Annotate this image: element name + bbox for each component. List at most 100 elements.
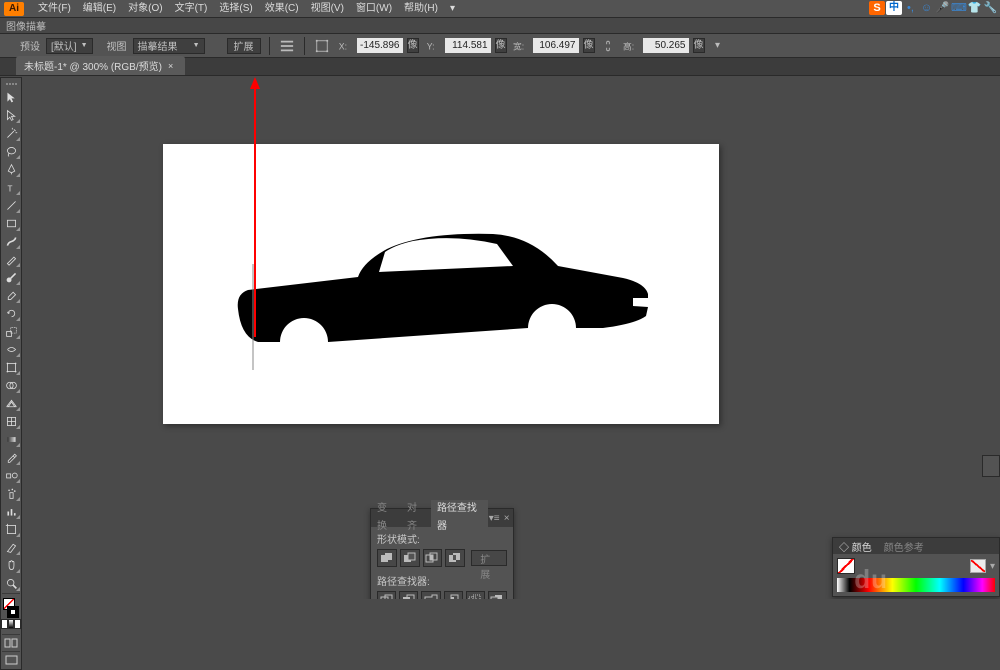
ime-keyboard-icon[interactable]: ⌨ (951, 1, 966, 15)
color-mode-color[interactable] (1, 619, 8, 629)
divider (304, 37, 305, 55)
eyedropper-tool[interactable] (1, 448, 21, 466)
pf-expand-button[interactable]: 扩展 (471, 550, 507, 566)
rotate-tool[interactable] (1, 304, 21, 322)
ime-punct-icon[interactable]: •, (903, 1, 918, 15)
color-mode-none[interactable] (14, 619, 21, 629)
minus-front-button[interactable] (400, 549, 420, 567)
ime-toolbar: S 中 •, ☺ 🎤 ⌨ 👕 🔧 (869, 0, 998, 16)
magic-wand-tool[interactable] (1, 124, 21, 142)
paintbrush-tool[interactable] (1, 232, 21, 250)
slice-tool[interactable] (1, 538, 21, 556)
document-tab[interactable]: 未标题-1* @ 300% (RGB/预览) × (16, 56, 185, 75)
merge-button[interactable] (421, 591, 440, 599)
y-value[interactable]: 114.581 (445, 38, 491, 53)
pencil-tool[interactable] (1, 250, 21, 268)
intersect-button[interactable] (423, 549, 443, 567)
menu-view[interactable]: 视图(V) (305, 0, 350, 18)
color-panel-swatch[interactable] (837, 558, 855, 574)
mesh-tool[interactable] (1, 412, 21, 430)
ime-emoji-icon[interactable]: ☺ (919, 1, 934, 15)
rectangle-tool[interactable] (1, 214, 21, 232)
minus-back-button[interactable] (488, 591, 507, 599)
color-mode-gradient[interactable] (8, 619, 15, 629)
options-menu-icon[interactable]: ▾ (709, 38, 727, 54)
right-panel-stub[interactable] (982, 455, 1000, 477)
panel-close-icon[interactable]: × (500, 513, 513, 524)
tab-color[interactable]: ◇ 颜色 (833, 539, 878, 554)
view-dropdown[interactable]: 描摹结果▼ (133, 38, 205, 54)
x-unit-icon[interactable]: 像 (407, 38, 419, 53)
trim-button[interactable] (399, 591, 418, 599)
pathfinder-panel: 变换 对齐 路径查找器 ▾≡ × 形状模式: 扩展 路径查找器: (370, 508, 514, 599)
x-value[interactable]: -145.896 (357, 38, 403, 53)
menu-edit[interactable]: 编辑(E) (77, 0, 122, 18)
ime-mic-icon[interactable]: 🎤 (935, 1, 950, 15)
menu-type[interactable]: 文字(T) (169, 0, 214, 18)
color-panel: ◇ 颜色 颜色参考 ▾ (832, 537, 1000, 597)
screen-mode-icon[interactable] (2, 653, 20, 667)
draw-mode-icon[interactable] (2, 636, 20, 650)
type-tool[interactable]: T (1, 178, 21, 196)
free-transform-tool[interactable] (1, 358, 21, 376)
crop-button[interactable] (444, 591, 463, 599)
blob-brush-tool[interactable] (1, 268, 21, 286)
transform-icon[interactable] (313, 38, 331, 54)
none-swatch-icon[interactable] (970, 559, 986, 573)
panel-menu-icon[interactable]: ▾≡ (488, 513, 501, 524)
trace-options-icon[interactable] (278, 38, 296, 54)
ime-toolbox-icon[interactable]: 🔧 (983, 1, 998, 15)
eraser-tool[interactable] (1, 286, 21, 304)
column-graph-tool[interactable] (1, 502, 21, 520)
tool-panel: T (0, 77, 22, 670)
divide-button[interactable] (377, 591, 396, 599)
pen-tool[interactable] (1, 160, 21, 178)
menu-overflow-icon[interactable]: ▾ (450, 3, 455, 14)
fill-stroke-swatch[interactable] (1, 597, 21, 619)
menu-effect[interactable]: 效果(C) (259, 0, 305, 18)
menu-file[interactable]: 文件(F) (32, 0, 77, 18)
h-unit-icon[interactable]: 像 (693, 38, 705, 53)
w-value[interactable]: 106.497 (533, 38, 579, 53)
blend-tool[interactable] (1, 466, 21, 484)
svg-text:X:: X: (338, 41, 346, 51)
w-unit-icon[interactable]: 像 (583, 38, 595, 53)
outline-button[interactable] (466, 591, 485, 599)
width-tool[interactable] (1, 340, 21, 358)
ime-skin-icon[interactable]: 👕 (967, 1, 982, 15)
zoom-tool[interactable] (1, 574, 21, 592)
y-unit-icon[interactable]: 像 (495, 38, 507, 53)
menu-help[interactable]: 帮助(H) (398, 0, 444, 18)
menu-window[interactable]: 窗口(W) (350, 0, 398, 18)
tab-color-guide[interactable]: 颜色参考 (878, 539, 930, 554)
svg-text:Y:: Y: (426, 41, 434, 51)
preset-dropdown[interactable]: [默认]▼ (46, 38, 93, 54)
canvas[interactable]: 变换 对齐 路径查找器 ▾≡ × 形状模式: 扩展 路径查找器: (23, 77, 1000, 599)
shape-builder-tool[interactable] (1, 376, 21, 394)
ime-language-toggle[interactable]: 中 (886, 1, 902, 15)
symbol-sprayer-tool[interactable] (1, 484, 21, 502)
lasso-tool[interactable] (1, 142, 21, 160)
h-value[interactable]: 50.265 (643, 38, 689, 53)
link-wh-icon[interactable] (599, 38, 617, 54)
ime-logo-icon[interactable]: S (869, 1, 885, 15)
gradient-tool[interactable] (1, 430, 21, 448)
perspective-grid-tool[interactable] (1, 394, 21, 412)
scale-tool[interactable] (1, 322, 21, 340)
tab-pathfinder[interactable]: 路径查找器 (431, 500, 488, 536)
artboard-tool[interactable] (1, 520, 21, 538)
exclude-button[interactable] (445, 549, 465, 567)
color-spectrum[interactable] (837, 578, 995, 592)
expand-button[interactable]: 扩展 (227, 38, 261, 54)
line-tool[interactable] (1, 196, 21, 214)
direct-selection-tool[interactable] (1, 106, 21, 124)
menu-object[interactable]: 对象(O) (122, 0, 168, 18)
menu-select[interactable]: 选择(S) (213, 0, 258, 18)
svg-text:高:: 高: (623, 40, 634, 51)
unite-button[interactable] (377, 549, 397, 567)
close-icon[interactable]: × (168, 61, 173, 71)
selection-tool[interactable] (1, 88, 21, 106)
stroke-swatch[interactable] (7, 606, 19, 618)
panel-grip-icon[interactable] (1, 80, 21, 88)
hand-tool[interactable] (1, 556, 21, 574)
